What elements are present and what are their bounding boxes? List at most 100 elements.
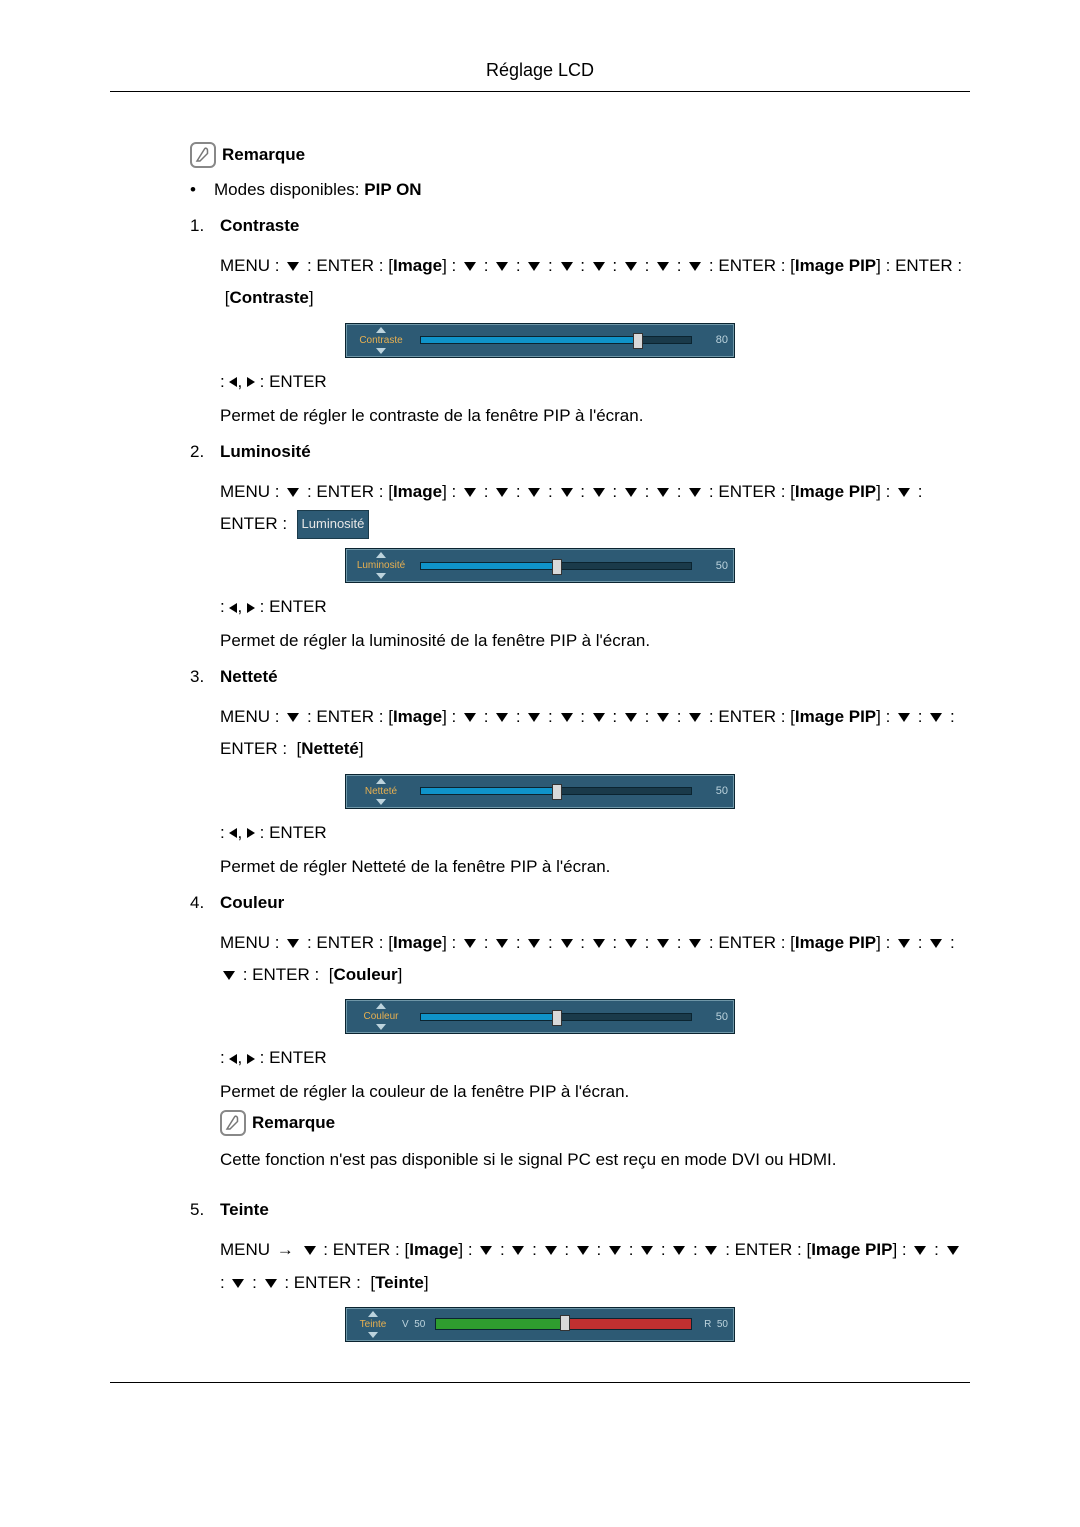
- down-icon: [265, 1279, 277, 1288]
- down-icon: [561, 488, 573, 497]
- item-num: 2.: [190, 442, 220, 462]
- down-icon: [625, 262, 637, 271]
- down-icon: [561, 939, 573, 948]
- osd-thumb[interactable]: [552, 784, 562, 800]
- osd-name: Netteté: [365, 786, 397, 797]
- sub-label: Contraste: [229, 288, 308, 307]
- note-icon: [220, 1110, 246, 1136]
- item-num: 5.: [190, 1200, 220, 1220]
- modes-bold: PIP ON: [364, 180, 421, 199]
- osd-slider[interactable]: [420, 1013, 692, 1021]
- down-icon: [545, 1246, 557, 1255]
- menu-path: MENU : : ENTER : [Image] : : : : : : : :…: [220, 927, 970, 992]
- osd-wrap: Contraste80: [110, 323, 970, 358]
- enter-token: ENTER: [316, 482, 374, 501]
- image-token: Image: [393, 933, 442, 952]
- image-token: Image: [393, 256, 442, 275]
- up-icon: [376, 552, 386, 558]
- item-heading: 1.Contraste: [190, 216, 970, 236]
- osd-teinte-panel: TeinteV 50R 50: [345, 1307, 735, 1342]
- down-icon: [625, 488, 637, 497]
- down-icon: [496, 939, 508, 948]
- menu-path: MENU : : ENTER : [Image] : : : : : : : :…: [220, 701, 970, 766]
- down-icon: [593, 939, 605, 948]
- osd-name: Teinte: [360, 1319, 387, 1330]
- osd-thumb[interactable]: [633, 333, 643, 349]
- osd-thumb[interactable]: [552, 1010, 562, 1026]
- down-icon: [625, 939, 637, 948]
- osd-slider[interactable]: [420, 562, 692, 570]
- enter-token: ENTER: [294, 1273, 352, 1292]
- menu-path: MENU → : ENTER : [Image] : : : : : : : :…: [220, 1234, 970, 1299]
- up-icon: [376, 1003, 386, 1009]
- down-icon: [561, 262, 573, 271]
- left-icon: [229, 1054, 237, 1064]
- item-desc: Permet de régler la couleur de la fenêtr…: [220, 1082, 970, 1102]
- down-icon: [593, 488, 605, 497]
- enter-token: ENTER: [718, 933, 776, 952]
- enter-token: ENTER: [316, 933, 374, 952]
- divider-bottom: [110, 1382, 970, 1383]
- item-num: 3.: [190, 667, 220, 687]
- item-title: Couleur: [220, 893, 284, 912]
- down-icon: [689, 262, 701, 271]
- down-icon: [898, 939, 910, 948]
- right-icon: [247, 828, 255, 838]
- note-row: Remarque: [220, 1110, 970, 1136]
- item-num: 1.: [190, 216, 220, 236]
- down-icon: [673, 1246, 685, 1255]
- osd-slider[interactable]: [435, 1318, 692, 1330]
- osd-thumb[interactable]: [560, 1315, 570, 1331]
- page-title: Réglage LCD: [0, 60, 1080, 81]
- nav-line: : , : ENTER: [220, 597, 970, 617]
- item-title: Luminosité: [220, 442, 311, 461]
- osd-value: 50: [698, 785, 728, 797]
- down-icon: [657, 713, 669, 722]
- down-icon: [528, 939, 540, 948]
- down-icon: [577, 1246, 589, 1255]
- enter-token: ENTER: [718, 256, 776, 275]
- image-pip-token: Image PIP: [795, 256, 876, 275]
- menu-path: MENU : : ENTER : [Image] : : : : : : : :…: [220, 250, 970, 315]
- down-icon: [898, 713, 910, 722]
- menu-token: MENU: [220, 707, 270, 726]
- up-icon: [368, 1311, 378, 1317]
- osd-slider[interactable]: [420, 787, 692, 795]
- image-pip-token: Image PIP: [795, 707, 876, 726]
- osd-thumb[interactable]: [552, 559, 562, 575]
- up-icon: [376, 778, 386, 784]
- osd-slider[interactable]: [420, 336, 692, 344]
- down-icon: [496, 488, 508, 497]
- left-icon: [229, 603, 237, 613]
- down-icon: [496, 713, 508, 722]
- down-icon: [376, 348, 386, 354]
- down-icon: [287, 713, 299, 722]
- enter-token: ENTER: [316, 707, 374, 726]
- note-label: Remarque: [252, 1113, 335, 1133]
- menu-token: MENU: [220, 1240, 270, 1259]
- sub-label: Netteté: [301, 739, 359, 758]
- item-desc: Permet de régler la luminosité de la fen…: [220, 631, 970, 651]
- osd-slider-panel: Couleur50: [345, 999, 735, 1034]
- item-title: Netteté: [220, 667, 278, 686]
- down-icon: [376, 1024, 386, 1030]
- image-pip-token: Image PIP: [795, 482, 876, 501]
- down-icon: [593, 262, 605, 271]
- down-icon: [528, 713, 540, 722]
- enter-token: ENTER: [333, 1240, 391, 1259]
- nav-line: : , : ENTER: [220, 1048, 970, 1068]
- up-icon: [376, 327, 386, 333]
- right-icon: [247, 1054, 255, 1064]
- item-desc: Permet de régler Netteté de la fenêtre P…: [220, 857, 970, 877]
- down-icon: [657, 262, 669, 271]
- menu-path: MENU : : ENTER : [Image] : : : : : : : :…: [220, 476, 970, 541]
- image-pip-token: Image PIP: [811, 1240, 892, 1259]
- down-icon: [464, 262, 476, 271]
- left-icon: [229, 828, 237, 838]
- enter-token: ENTER: [718, 482, 776, 501]
- osd-value: 50: [698, 560, 728, 572]
- enter-token: ENTER: [252, 965, 310, 984]
- down-icon: [705, 1246, 717, 1255]
- down-icon: [609, 1246, 621, 1255]
- item-desc: Permet de régler le contraste de la fenê…: [220, 406, 970, 426]
